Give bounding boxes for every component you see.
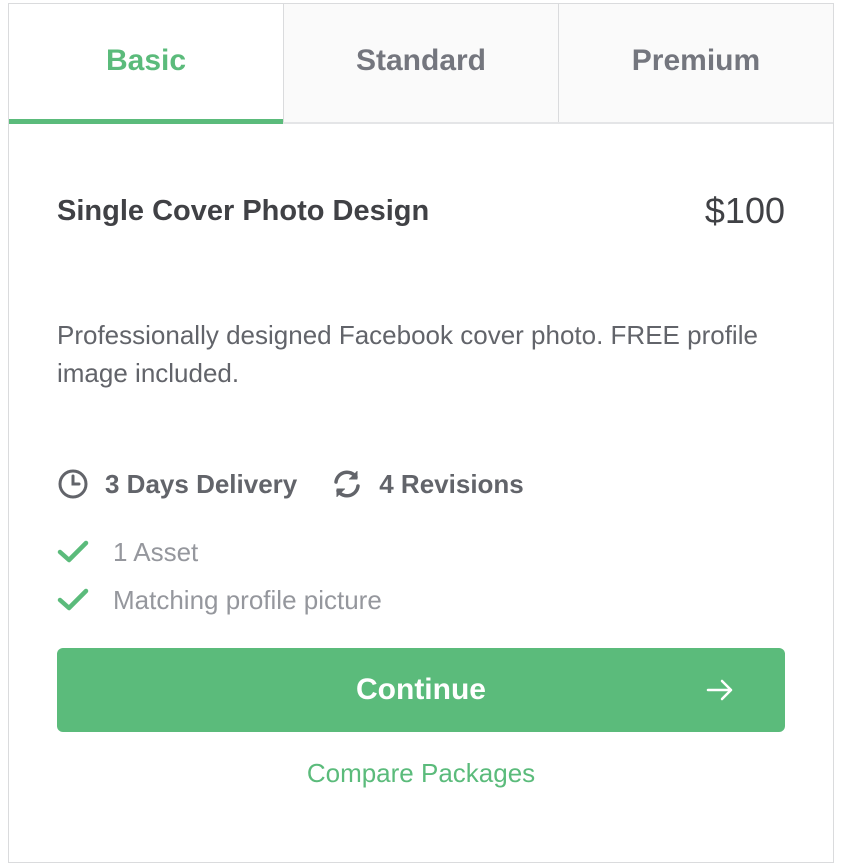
package-content: Single Cover Photo Design $100 Professio… bbox=[9, 190, 833, 789]
delivery-label: 3 Days Delivery bbox=[105, 468, 298, 499]
package-price: $100 bbox=[704, 190, 785, 231]
feature-label: Matching profile picture bbox=[113, 584, 382, 615]
checkmark-icon bbox=[57, 540, 89, 563]
package-card: Basic Standard Premium Single Cover Phot… bbox=[8, 3, 834, 863]
compare-packages-link[interactable]: Compare Packages bbox=[57, 758, 785, 789]
tab-basic[interactable]: Basic bbox=[9, 4, 283, 124]
package-meta: 3 Days Delivery 4 Revisions bbox=[57, 468, 785, 500]
package-header: Single Cover Photo Design $100 bbox=[57, 190, 785, 232]
clock-icon bbox=[58, 469, 88, 499]
feature-list: 1 Asset Matching profile picture bbox=[57, 528, 785, 624]
delivery-info: 3 Days Delivery bbox=[57, 468, 297, 500]
revisions-info: 4 Revisions bbox=[331, 468, 524, 500]
continue-button[interactable]: Continue bbox=[57, 648, 785, 732]
tab-premium[interactable]: Premium bbox=[558, 4, 833, 122]
feature-label: 1 Asset bbox=[113, 536, 199, 567]
package-tabs: Basic Standard Premium bbox=[9, 4, 833, 124]
continue-label: Continue bbox=[356, 673, 486, 706]
feature-item: Matching profile picture bbox=[57, 576, 785, 624]
tab-standard[interactable]: Standard bbox=[283, 4, 558, 122]
feature-item: 1 Asset bbox=[57, 528, 785, 576]
revisions-label: 4 Revisions bbox=[379, 468, 524, 499]
arrow-right-icon bbox=[706, 679, 733, 701]
package-title: Single Cover Photo Design bbox=[57, 194, 430, 227]
package-description: Professionally designed Facebook cover p… bbox=[57, 320, 758, 388]
refresh-icon bbox=[334, 470, 360, 498]
checkmark-icon bbox=[57, 588, 89, 611]
